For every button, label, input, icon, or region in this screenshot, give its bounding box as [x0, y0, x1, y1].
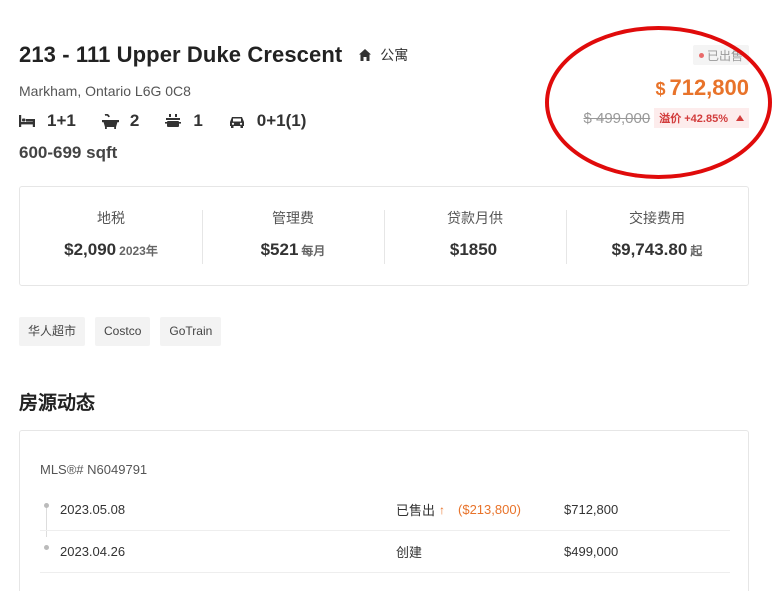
sold-price-value: 712,800 [669, 75, 749, 100]
status-badge: 已出售 [693, 45, 749, 65]
parking-value: 0+1(1) [256, 111, 307, 130]
amenity-tags: 华人超市 Costco GoTrain [19, 317, 231, 346]
history-status-label: 已售出 [396, 503, 436, 518]
cost-value: $2,090 2023年 [20, 240, 202, 260]
cost-amount: $521 [260, 240, 299, 259]
cost-summary: 地税 $2,090 2023年 管理费 $521 每月 贷款月供 $1850 交接费… [19, 186, 749, 286]
kitchens-value: 1 [193, 111, 203, 130]
cost-mortgage-payment[interactable]: 贷款月供 $1850 [384, 208, 566, 264]
cost-unit: 2023年 [119, 244, 158, 258]
kitchen-icon [165, 114, 182, 127]
bed-icon [19, 115, 35, 127]
original-price-row: $ 499,000 溢价 +42.85% [583, 108, 749, 128]
original-price: $ 499,000 [583, 109, 651, 127]
listing-title: 213 - 111 Upper Duke Crescent [19, 42, 343, 67]
history-row: 2023.05.08 已售出 ↑ ($213,800) $712,800 [40, 489, 730, 531]
listing-header: 213 - 111 Upper Duke Crescent 公寓 [19, 42, 408, 68]
spec-kitchens: 1 [165, 111, 203, 131]
history-change: ($213,800) [458, 502, 521, 517]
cost-amount: $1850 [449, 240, 498, 259]
sold-price: $712,800 [655, 75, 749, 101]
cost-amount: $2,090 [64, 240, 117, 259]
property-type-label: 公寓 [380, 47, 409, 63]
listing-specs: 1+1 2 1 0+1(1) [19, 111, 332, 131]
cost-value: $1850 [384, 240, 566, 260]
cost-maintenance-fee: 管理费 $521 每月 [202, 208, 384, 264]
cost-label: 贷款月供 [447, 210, 503, 226]
section-title-listing-history: 房源动态 [19, 393, 96, 414]
history-price: $712,800 [564, 502, 619, 517]
spec-parking: 0+1(1) [229, 111, 307, 131]
premium-badge: 溢价 +42.85% [654, 108, 749, 128]
timeline-dot-icon [44, 503, 49, 508]
status-label: 已出售 [707, 48, 744, 63]
cost-value: $9,743.80 起 [566, 240, 748, 260]
cost-unit: 起 [690, 244, 703, 258]
cost-label: 交接费用 [629, 210, 685, 226]
premium-label: 溢价 +42.85% [659, 113, 728, 125]
cost-label: 地税 [97, 210, 125, 226]
status-dot-icon [699, 52, 704, 58]
listing-sqft: 600-699 sqft [19, 143, 118, 162]
car-icon [229, 116, 244, 128]
listing-address: Markham, Ontario L6G 0C8 [19, 83, 191, 99]
history-status-label: 创建 [396, 545, 423, 560]
history-date: 2023.04.26 [60, 544, 126, 559]
history-status: 创建 [396, 542, 564, 561]
cost-label: 管理费 [272, 210, 314, 226]
price-currency: $ [655, 79, 666, 99]
tag-costco[interactable]: Costco [95, 317, 151, 346]
listing-history: MLS®# N6049791 2023.05.08 已售出 ↑ ($213,80… [19, 430, 749, 591]
history-status: 已售出 ↑ ($213,800) [396, 500, 564, 519]
tag-chinese-supermarket[interactable]: 华人超市 [19, 317, 86, 346]
bathrooms-value: 2 [129, 111, 140, 130]
timeline-dot-icon [44, 545, 49, 550]
history-row: 2023.04.26 创建 $499,000 [40, 531, 730, 573]
cost-amount: $9,743.80 [611, 240, 688, 259]
spec-bathrooms: 2 [101, 111, 140, 131]
history-date: 2023.05.08 [60, 502, 126, 517]
bathtub-icon [101, 113, 119, 129]
bedrooms-value: 1+1 [47, 111, 76, 130]
up-triangle-icon [736, 115, 744, 121]
spec-bedrooms: 1+1 [19, 111, 76, 131]
cost-closing-fee[interactable]: 交接费用 $9,743.80 起 [566, 208, 748, 264]
cost-unit: 每月 [301, 244, 326, 258]
history-price: $499,000 [564, 544, 619, 559]
house-icon [359, 49, 372, 61]
cost-value: $521 每月 [202, 240, 384, 260]
mls-number: MLS®# N6049791 [40, 462, 148, 477]
arrow-up-icon: ↑ [439, 502, 446, 517]
property-type: 公寓 [358, 45, 408, 65]
tag-gotrain[interactable]: GoTrain [160, 317, 222, 346]
cost-property-tax: 地税 $2,090 2023年 [20, 208, 202, 264]
